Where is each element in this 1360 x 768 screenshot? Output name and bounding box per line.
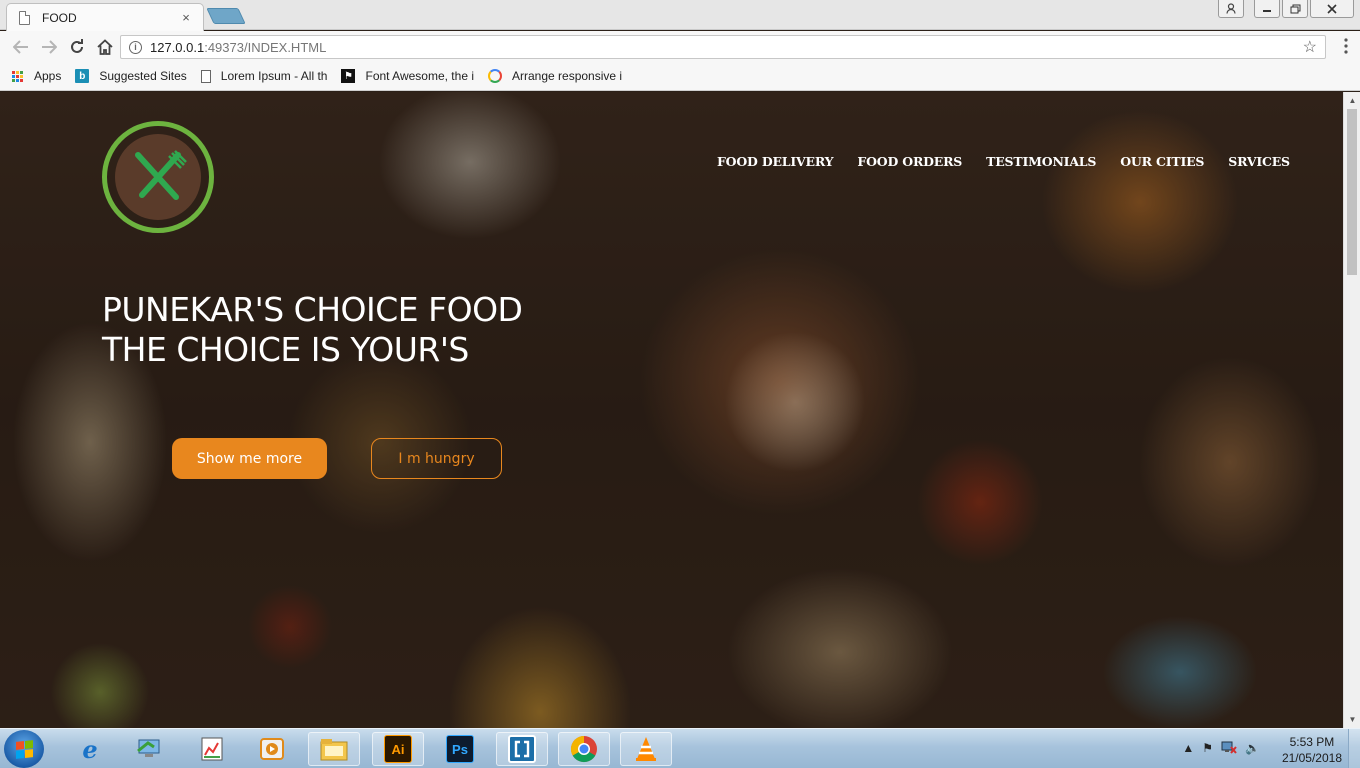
nav-services[interactable]: SRVICES [1228,154,1290,169]
network-icon[interactable] [1221,741,1237,757]
info-icon[interactable]: i [129,40,142,54]
clock-date: 21/05/2018 [1281,751,1342,765]
url-path: :49373/INDEX.HTML [204,39,327,55]
minimize-icon[interactable] [1254,0,1280,18]
vlc-icon[interactable] [620,732,672,766]
nav-food-delivery[interactable]: FOOD DELIVERY [717,154,834,169]
forward-arrow-icon[interactable] [36,34,62,60]
bookmark-arrange-responsive[interactable]: Arrange responsive i [488,69,622,83]
address-bar[interactable]: i 127.0.0.1:49373/INDEX.HTML ☆ [120,35,1326,59]
show-desktop-button[interactable] [1348,729,1360,768]
home-icon[interactable] [92,34,118,60]
google-icon [488,69,502,83]
bookmark-label: Font Awesome, the i [365,69,474,83]
scroll-down-icon[interactable]: ▼ [1344,711,1360,728]
internet-explorer-icon[interactable]: e [64,732,116,766]
show-more-button[interactable]: Show me more [172,438,327,479]
start-button[interactable] [4,730,44,768]
hero-section: FOOD DELIVERY FOOD ORDERS TESTIMONIALS O… [0,92,1343,728]
bookmarks-bar: Apps b Suggested Sites Lorem Ipsum - All… [0,62,1360,91]
chrome-icon[interactable] [558,732,610,766]
reload-icon[interactable] [64,34,90,60]
headline-line-1: PUNEKAR'S CHOICE FOOD [102,290,523,329]
bookmark-label: Apps [34,69,62,83]
photoshop-icon[interactable]: Ps [434,732,486,766]
tab-title: FOOD [42,10,77,25]
page-icon [19,10,30,25]
paint-icon[interactable] [186,732,238,766]
bookmark-font-awesome[interactable]: ⚑ Font Awesome, the i [341,69,474,83]
headline-line-2: THE CHOICE IS YOUR'S [102,330,469,369]
fork-knife-icon [115,134,201,220]
apps-grid-icon [10,69,24,83]
hungry-button[interactable]: I m hungry [371,438,502,479]
nav-testimonials[interactable]: TESTIMONIALS [986,154,1096,169]
main-nav: FOOD DELIVERY FOOD ORDERS TESTIMONIALS O… [717,154,1290,169]
flag-icon: ⚑ [341,69,356,83]
hero-headline: PUNEKAR'S CHOICE FOOD THE CHOICE IS YOUR… [102,290,523,370]
tab-close-icon[interactable]: × [179,10,193,25]
computer-icon[interactable] [124,732,176,766]
browser-toolbar: i 127.0.0.1:49373/INDEX.HTML ☆ [0,31,1360,62]
scroll-thumb[interactable] [1347,109,1357,275]
tray-expand-icon[interactable]: ▲ [1182,741,1194,757]
bookmark-label: Lorem Ipsum - All th [220,69,328,83]
new-tab-button[interactable] [206,8,246,24]
clock-time: 5:53 PM [1289,735,1335,749]
system-clock[interactable]: 5:53 PM 21/05/2018 [1282,734,1342,766]
brackets-icon[interactable] [496,732,548,766]
scroll-up-icon[interactable]: ▲ [1344,92,1360,109]
close-window-icon[interactable] [1310,0,1354,18]
bookmark-suggested-sites[interactable]: b Suggested Sites [75,69,187,83]
window-controls [1218,0,1354,18]
volume-icon[interactable]: 🔈 [1245,741,1260,757]
bing-icon: b [75,69,90,83]
bookmark-star-icon[interactable]: ☆ [1303,37,1317,57]
nav-food-orders[interactable]: FOOD ORDERS [857,154,962,169]
bookmark-lorem-ipsum[interactable]: Lorem Ipsum - All th [200,69,328,83]
chrome-menu-icon[interactable] [1344,38,1348,54]
windows-taskbar: e Ai Ps ▲ ⚑ 🔈 5:53 PM 21/05/2018 [0,728,1360,768]
file-explorer-icon[interactable] [308,732,360,766]
system-tray: ▲ ⚑ 🔈 [1182,741,1260,757]
url-host: 127.0.0.1 [150,39,205,55]
user-profile-icon[interactable] [1218,0,1244,18]
tab-strip: FOOD × [0,0,1360,31]
back-arrow-icon[interactable] [8,34,34,60]
vertical-scrollbar[interactable]: ▲ ▼ [1343,92,1360,728]
document-icon [200,69,211,83]
bookmark-label: Suggested Sites [99,69,187,83]
illustrator-icon[interactable]: Ai [372,732,424,766]
browser-tab[interactable]: FOOD × [6,3,204,31]
site-logo[interactable] [102,121,214,233]
restore-icon[interactable] [1282,0,1308,18]
windows-logo-icon [15,739,33,759]
nav-our-cities[interactable]: OUR CITIES [1120,154,1204,169]
media-player-icon[interactable] [246,732,298,766]
action-center-flag-icon[interactable]: ⚑ [1202,741,1213,757]
bookmark-apps[interactable]: Apps [10,69,61,83]
bookmark-label: Arrange responsive i [512,69,623,83]
